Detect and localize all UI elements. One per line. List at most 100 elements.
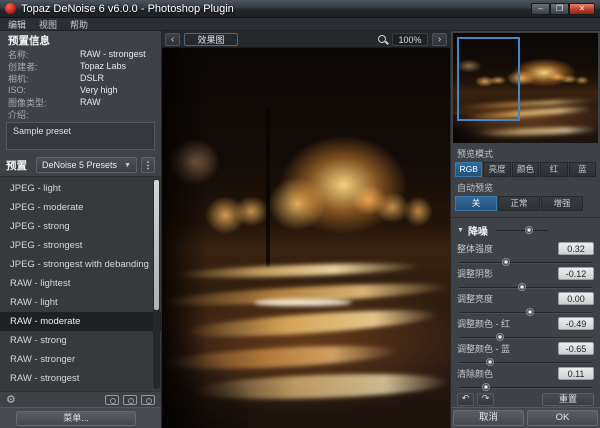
collapse-arrow-icon[interactable]: ▼ [457, 227, 464, 234]
slider-value[interactable]: 0.00 [558, 292, 594, 305]
auto-normal-button[interactable]: 正常 [498, 196, 540, 211]
window-title: Topaz DeNoise 6 v6.0.0 - Photoshop Plugi… [21, 3, 234, 15]
preset-item-selected[interactable]: RAW - moderate [0, 312, 161, 331]
menu-button[interactable]: 菜单... [16, 411, 136, 426]
slider-track[interactable] [459, 362, 592, 363]
slider-track[interactable] [459, 287, 592, 288]
slider-knob[interactable] [518, 283, 526, 291]
menu-view[interactable]: 视图 [39, 18, 57, 31]
preset-item[interactable]: RAW - lightest [0, 274, 161, 293]
slider-track[interactable] [459, 312, 592, 313]
slider-knob[interactable] [502, 258, 510, 266]
result-view-button[interactable]: 效果图 [184, 33, 238, 46]
redo-button[interactable]: ↷ [477, 393, 494, 406]
light-trail [176, 260, 421, 280]
slider-value[interactable]: 0.11 [558, 367, 594, 380]
section-mini-slider[interactable] [496, 230, 548, 231]
preset-list: JPEG - light JPEG - moderate JPEG - stro… [0, 176, 161, 391]
preview-area: ‹ 效果图 100% › [162, 31, 450, 428]
mode-chroma-button[interactable]: 颜色 [512, 162, 539, 177]
image-preview[interactable] [162, 48, 450, 428]
next-view-button[interactable]: › [432, 33, 447, 46]
info-row-camera: 相机: DSLR [8, 72, 153, 84]
auto-boost-button[interactable]: 增强 [541, 196, 583, 211]
camera-export-icon[interactable] [141, 395, 155, 405]
reset-button[interactable]: 重置 [542, 393, 594, 406]
slider-knob[interactable] [482, 383, 490, 391]
preset-item[interactable]: JPEG - light [0, 179, 161, 198]
chevron-down-icon: ▼ [124, 162, 131, 169]
menu-help[interactable]: 帮助 [70, 18, 88, 31]
slider-color-red: 调整颜色 - 红 -0.49 [457, 317, 594, 338]
info-row-imagetype: 图像类型: RAW [8, 96, 153, 108]
info-label: 介绍: [8, 108, 80, 121]
scrollbar-thumb[interactable] [154, 180, 159, 310]
dropdown-value: DeNoise 5 Presets [42, 160, 117, 170]
minimize-button[interactable]: – [531, 3, 550, 15]
zoom-level[interactable]: 100% [392, 33, 428, 46]
denoise-section-header[interactable]: ▼ 降噪 [451, 220, 600, 238]
dialog-footer: 取消 OK [451, 407, 600, 428]
mode-rgb-button[interactable]: RGB [455, 162, 482, 177]
close-button[interactable]: ✕ [569, 3, 595, 15]
slider-track[interactable] [459, 262, 592, 263]
slider-value[interactable]: -0.65 [558, 342, 594, 355]
gear-icon[interactable]: ⚙ [6, 394, 16, 405]
slider-knob[interactable] [496, 333, 504, 341]
window-controls: – ❐ ✕ [531, 3, 595, 15]
preset-collection-dropdown[interactable]: DeNoise 5 Presets ▼ [36, 157, 137, 173]
mode-blue-button[interactable]: 蓝 [569, 162, 596, 177]
preset-item[interactable]: JPEG - strongest with debanding [0, 255, 161, 274]
navigator-thumbnail[interactable] [453, 33, 598, 143]
undo-button[interactable]: ↶ [457, 393, 474, 406]
slider-knob[interactable] [486, 358, 494, 366]
preset-description-box: Sample preset [6, 122, 155, 150]
preset-item[interactable]: RAW - strongest [0, 369, 161, 388]
section-divider [451, 217, 600, 218]
camera-import-icon[interactable] [123, 395, 137, 405]
slider-track[interactable] [459, 337, 592, 338]
maximize-button[interactable]: ❐ [550, 3, 569, 15]
slider-remove-color: 清除颜色 0.11 [457, 367, 594, 388]
search-zoom-icon[interactable] [378, 35, 386, 43]
slider-label: 整体强度 [457, 242, 493, 255]
slider-value[interactable]: -0.49 [558, 317, 594, 330]
menu-edit[interactable]: 编辑 [8, 18, 26, 31]
preset-item[interactable]: RAW - strong [0, 331, 161, 350]
preset-item[interactable]: RAW - stronger [0, 350, 161, 369]
auto-off-button[interactable]: 关 [455, 196, 497, 211]
preset-options-button[interactable]: ⋮ [141, 157, 155, 173]
navigator-view-rectangle[interactable] [457, 37, 519, 121]
ok-button[interactable]: OK [527, 410, 598, 426]
scene-shadow [162, 329, 248, 428]
slider-knob[interactable] [525, 226, 533, 234]
preset-list-scrollbar[interactable] [153, 179, 160, 389]
slider-knob[interactable] [526, 308, 534, 316]
preset-item[interactable]: JPEG - strongest [0, 236, 161, 255]
slider-value[interactable]: -0.12 [558, 267, 594, 280]
preset-item[interactable]: JPEG - strong [0, 217, 161, 236]
mode-luma-button[interactable]: 亮度 [483, 162, 510, 177]
cancel-button[interactable]: 取消 [453, 410, 524, 426]
info-row-name: 名称: RAW - strongest [8, 48, 153, 60]
slider-value[interactable]: 0.32 [558, 242, 594, 255]
preset-item[interactable]: RAW - light [0, 293, 161, 312]
slider-label: 清除颜色 [457, 367, 493, 380]
slider-adjust-highlight: 调整亮度 0.00 [457, 292, 594, 313]
slider-label: 调整阴影 [457, 267, 493, 280]
mode-red-button[interactable]: 红 [540, 162, 567, 177]
previous-view-button[interactable]: ‹ [165, 33, 180, 46]
slider-label: 调整亮度 [457, 292, 493, 305]
slider-color-blue: 调整颜色 - 蓝 -0.65 [457, 342, 594, 363]
preview-mode-buttons: RGB 亮度 颜色 红 蓝 [451, 162, 600, 177]
preset-panel: 预置信息 名称: RAW - strongest 创建者: Topaz Labs… [0, 31, 162, 428]
preset-info-header: 预置信息 [0, 31, 161, 46]
denoise-sliders: 整体强度 0.32 调整阴影 -0.12 调整亮度 0.00 [451, 238, 600, 390]
slider-track[interactable] [459, 387, 592, 388]
camera-snapshot-icon[interactable] [105, 395, 119, 405]
plugin-window: Topaz DeNoise 6 v6.0.0 - Photoshop Plugi… [0, 0, 600, 428]
menu-bar: 编辑 视图 帮助 [0, 18, 600, 31]
preview-mode-label: 预览模式 [451, 143, 600, 162]
preset-item[interactable]: JPEG - moderate [0, 198, 161, 217]
preset-label: 预置 [6, 158, 32, 173]
